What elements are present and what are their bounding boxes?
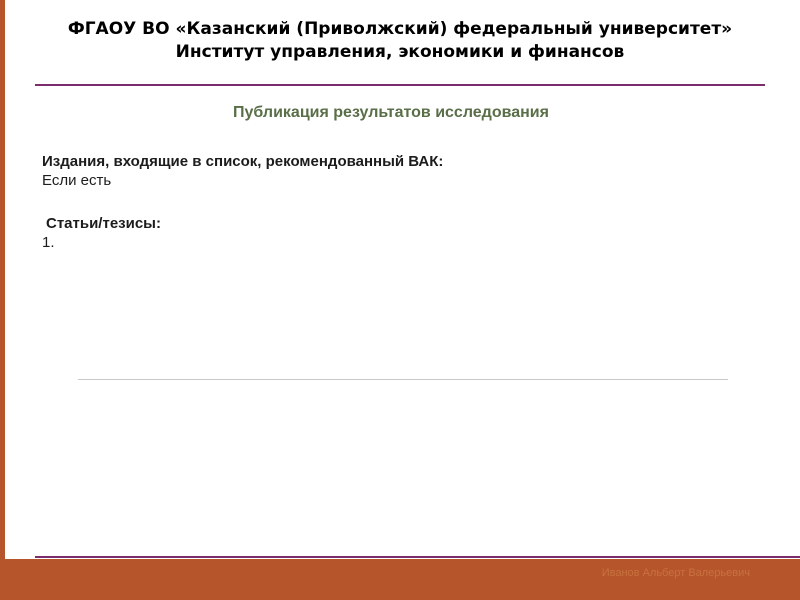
- left-accent-strip: [0, 0, 5, 600]
- slide-title: Публикация результатов исследования: [233, 104, 549, 121]
- slide-content: Издания, входящие в список, рекомендован…: [42, 152, 742, 252]
- footer-band: Иванов Альберт Валерьевич: [0, 559, 800, 600]
- institute-name: Институт управления, экономики и финансо…: [175, 42, 625, 62]
- articles-heading: Статьи/тезисы:: [46, 215, 161, 232]
- vak-heading: Издания, входящие в список, рекомендован…: [42, 153, 444, 170]
- university-name: ФГАОУ ВО «Казанский (Приволжский) федера…: [67, 19, 733, 39]
- footer-divider: [35, 556, 800, 558]
- footer-author: Иванов Альберт Валерьевич: [601, 567, 750, 579]
- content-divider: [78, 379, 728, 380]
- header-divider: [35, 84, 765, 86]
- slide-header: ФГАОУ ВО «Казанский (Приволжский) федера…: [30, 18, 770, 64]
- vak-text: Если есть: [42, 172, 112, 189]
- articles-list-item: 1.: [42, 234, 55, 251]
